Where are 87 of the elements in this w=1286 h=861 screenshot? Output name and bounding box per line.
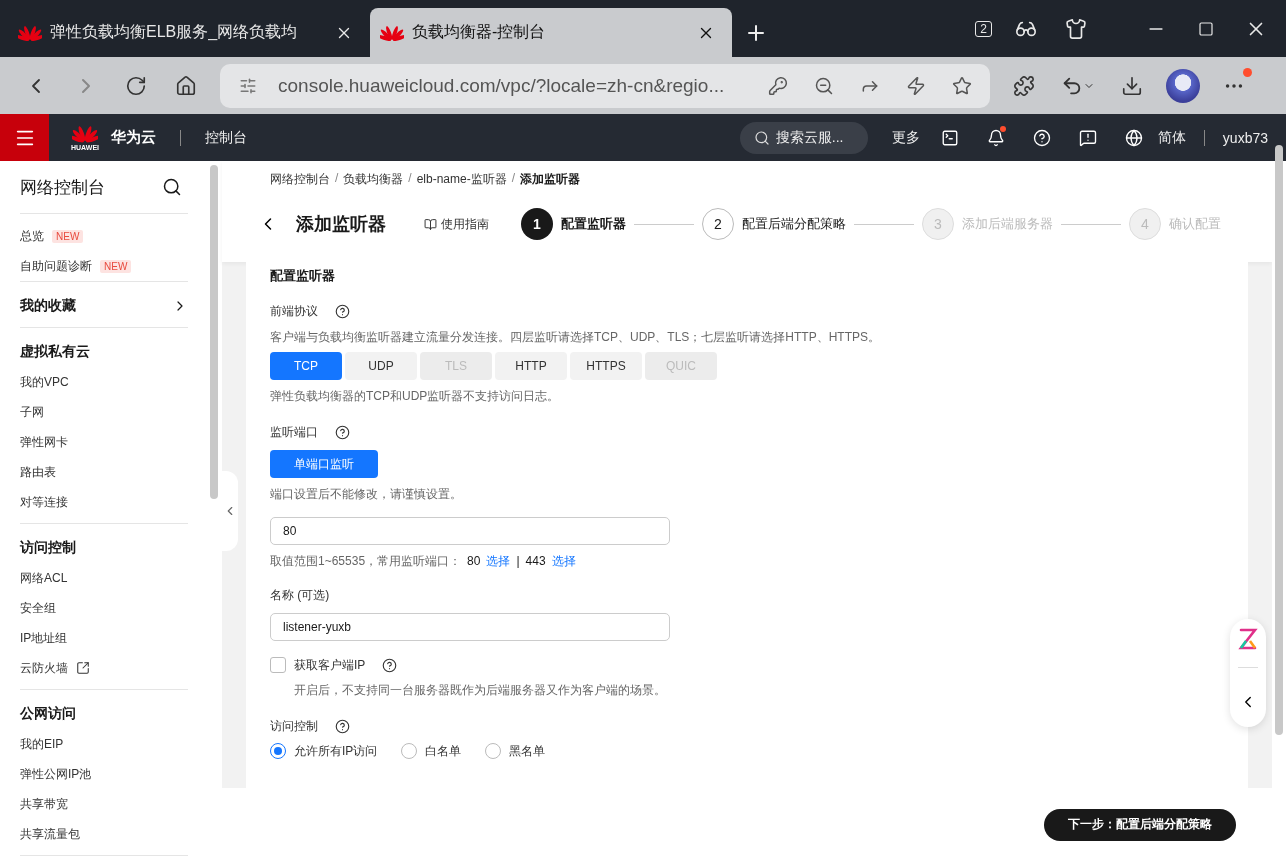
browser-tab[interactable]: 负载均衡器-控制台 bbox=[370, 8, 732, 57]
tab-count[interactable]: 2 bbox=[975, 20, 992, 37]
step-label: 配置监听器 bbox=[561, 215, 626, 233]
page-title: 添加监听器 bbox=[296, 213, 386, 236]
field-label: 前端协议 bbox=[270, 303, 318, 319]
single-port-button[interactable]: 单端口监听 bbox=[270, 450, 378, 478]
breadcrumb-item[interactable]: 负载均衡器 bbox=[343, 171, 404, 188]
sidebar-item[interactable]: 自助问题诊断 bbox=[20, 257, 92, 275]
checkbox[interactable] bbox=[270, 657, 286, 673]
next-step-button[interactable]: 下一步：配置后端分配策略 bbox=[1044, 808, 1236, 841]
field-note: 端口设置后不能修改，请谨慎设置。 bbox=[270, 486, 463, 502]
breadcrumb-separator: / bbox=[335, 171, 339, 187]
breadcrumb-item[interactable]: elb-name-监听器 bbox=[416, 171, 507, 188]
address-bar[interactable]: console.huaweicloud.com/vpc/?locale=zh-cn&regio... bbox=[220, 63, 990, 108]
port-number: 80 bbox=[467, 553, 481, 569]
step-number: 1 bbox=[521, 208, 553, 240]
field-label: 访问控制 bbox=[270, 718, 318, 734]
protocol-option[interactable]: HTTPS bbox=[570, 352, 642, 380]
flower-logo-icon bbox=[18, 23, 42, 42]
field-description: 客户端与负载均衡监听器建立流量分发连接。四层监听请选择TCP、UDP、TLS；七层监听请选择HTTP、HTTPS。 bbox=[270, 329, 881, 345]
select-link[interactable]: 选择 bbox=[486, 553, 511, 569]
step-label: 配置后端分配策略 bbox=[742, 215, 846, 233]
breadcrumb-item: 添加监听器 bbox=[520, 171, 581, 188]
checkbox-label[interactable]: 获取客户端IP bbox=[294, 657, 366, 673]
breadcrumb-item[interactable]: 网络控制台 bbox=[270, 171, 330, 188]
scrollbar-thumb[interactable] bbox=[210, 165, 218, 499]
sidebar-title: 网络控制台 bbox=[20, 176, 105, 199]
search-field[interactable]: 搜索云服... bbox=[739, 121, 868, 154]
sidebar-item[interactable]: 弹性网卡 bbox=[20, 433, 68, 451]
sidebar-group-heading: 虚拟私有云 bbox=[20, 343, 90, 361]
guide-link[interactable]: 使用指南 bbox=[441, 215, 489, 233]
field-hint: 取值范围1~65535，常用监听端口： bbox=[270, 553, 462, 569]
brand-name[interactable]: 华为云 bbox=[111, 128, 156, 147]
sidebar-item[interactable]: IP地址组 bbox=[20, 629, 68, 647]
section-title: 配置监听器 bbox=[270, 268, 336, 284]
sidebar-item[interactable]: 路由表 bbox=[20, 463, 56, 481]
notification-dot bbox=[1243, 67, 1252, 77]
assistant-logo-icon[interactable] bbox=[1238, 627, 1258, 650]
sidebar-item[interactable]: 共享流量包 bbox=[20, 825, 80, 843]
sidebar-item[interactable]: 对等连接 bbox=[20, 493, 68, 511]
radio-label[interactable]: 允许所有IP访问 bbox=[294, 743, 378, 759]
port-input[interactable]: 80 bbox=[270, 517, 670, 545]
step-label: 添加后端服务器 bbox=[962, 215, 1053, 233]
separator: | bbox=[516, 553, 520, 569]
radio-label[interactable]: 白名单 bbox=[425, 743, 462, 759]
field-note: 弹性负载均衡器的TCP和UDP监听器不支持访问日志。 bbox=[270, 388, 561, 404]
user-name[interactable]: yuxb73 bbox=[1222, 129, 1268, 146]
console-link[interactable]: 控制台 bbox=[205, 128, 247, 147]
sidebar-item[interactable]: 总览 bbox=[20, 227, 44, 245]
language-link[interactable]: 简体 bbox=[1157, 128, 1186, 147]
breadcrumb-separator: / bbox=[408, 171, 412, 187]
flower-logo-icon bbox=[72, 124, 98, 144]
sidebar-group-heading: 公网访问 bbox=[20, 705, 76, 723]
sidebar-item[interactable]: 我的EIP bbox=[20, 735, 64, 753]
field-description: 开启后，不支持同一台服务器既作为后端服务器又作为客户端的场景。 bbox=[294, 682, 667, 698]
sidebar-item[interactable]: 子网 bbox=[20, 403, 44, 421]
profile-avatar[interactable] bbox=[1166, 68, 1200, 103]
flower-logo-icon bbox=[380, 23, 404, 42]
collapse-sidebar-handle[interactable] bbox=[222, 471, 238, 551]
step-label: 确认配置 bbox=[1169, 215, 1221, 233]
scrollbar-thumb[interactable] bbox=[1275, 145, 1283, 735]
port-number: 443 bbox=[525, 553, 546, 569]
sidebar-item[interactable]: 弹性公网IP池 bbox=[20, 765, 92, 783]
new-badge: NEW bbox=[100, 259, 132, 273]
protocol-option[interactable]: UDP bbox=[345, 352, 417, 380]
new-badge: NEW bbox=[52, 229, 84, 243]
search-icon bbox=[753, 129, 770, 146]
protocol-option[interactable]: TCP bbox=[270, 352, 342, 380]
protocol-option[interactable]: HTTP bbox=[495, 352, 567, 380]
sidebar-item[interactable]: 网络ACL bbox=[20, 569, 68, 587]
sidebar-item[interactable]: 共享带宽 bbox=[20, 795, 68, 813]
field-label: 名称 (可选) bbox=[270, 587, 330, 603]
more-link[interactable]: 更多 bbox=[891, 128, 920, 147]
sidebar-item[interactable]: 我的VPC bbox=[20, 373, 69, 391]
radio-label[interactable]: 黑名单 bbox=[509, 743, 546, 759]
book-icon bbox=[424, 217, 437, 231]
sidebar-group-heading[interactable]: 我的收藏 bbox=[20, 297, 76, 315]
sidebar-group-heading: 访问控制 bbox=[20, 539, 76, 557]
sidebar-item[interactable]: 安全组 bbox=[20, 599, 56, 617]
field-label: 监听端口 bbox=[270, 424, 318, 440]
browser-tab[interactable]: 弹性负载均衡ELB服务_网络负载均 bbox=[8, 8, 370, 57]
breadcrumb-separator: / bbox=[511, 171, 516, 187]
sidebar-item[interactable]: 云防火墙 bbox=[20, 659, 68, 677]
name-input[interactable]: listener-yuxb bbox=[270, 613, 670, 641]
external-link-icon bbox=[76, 661, 90, 675]
menu-button[interactable] bbox=[0, 114, 49, 161]
select-link[interactable]: 选择 bbox=[551, 553, 576, 569]
